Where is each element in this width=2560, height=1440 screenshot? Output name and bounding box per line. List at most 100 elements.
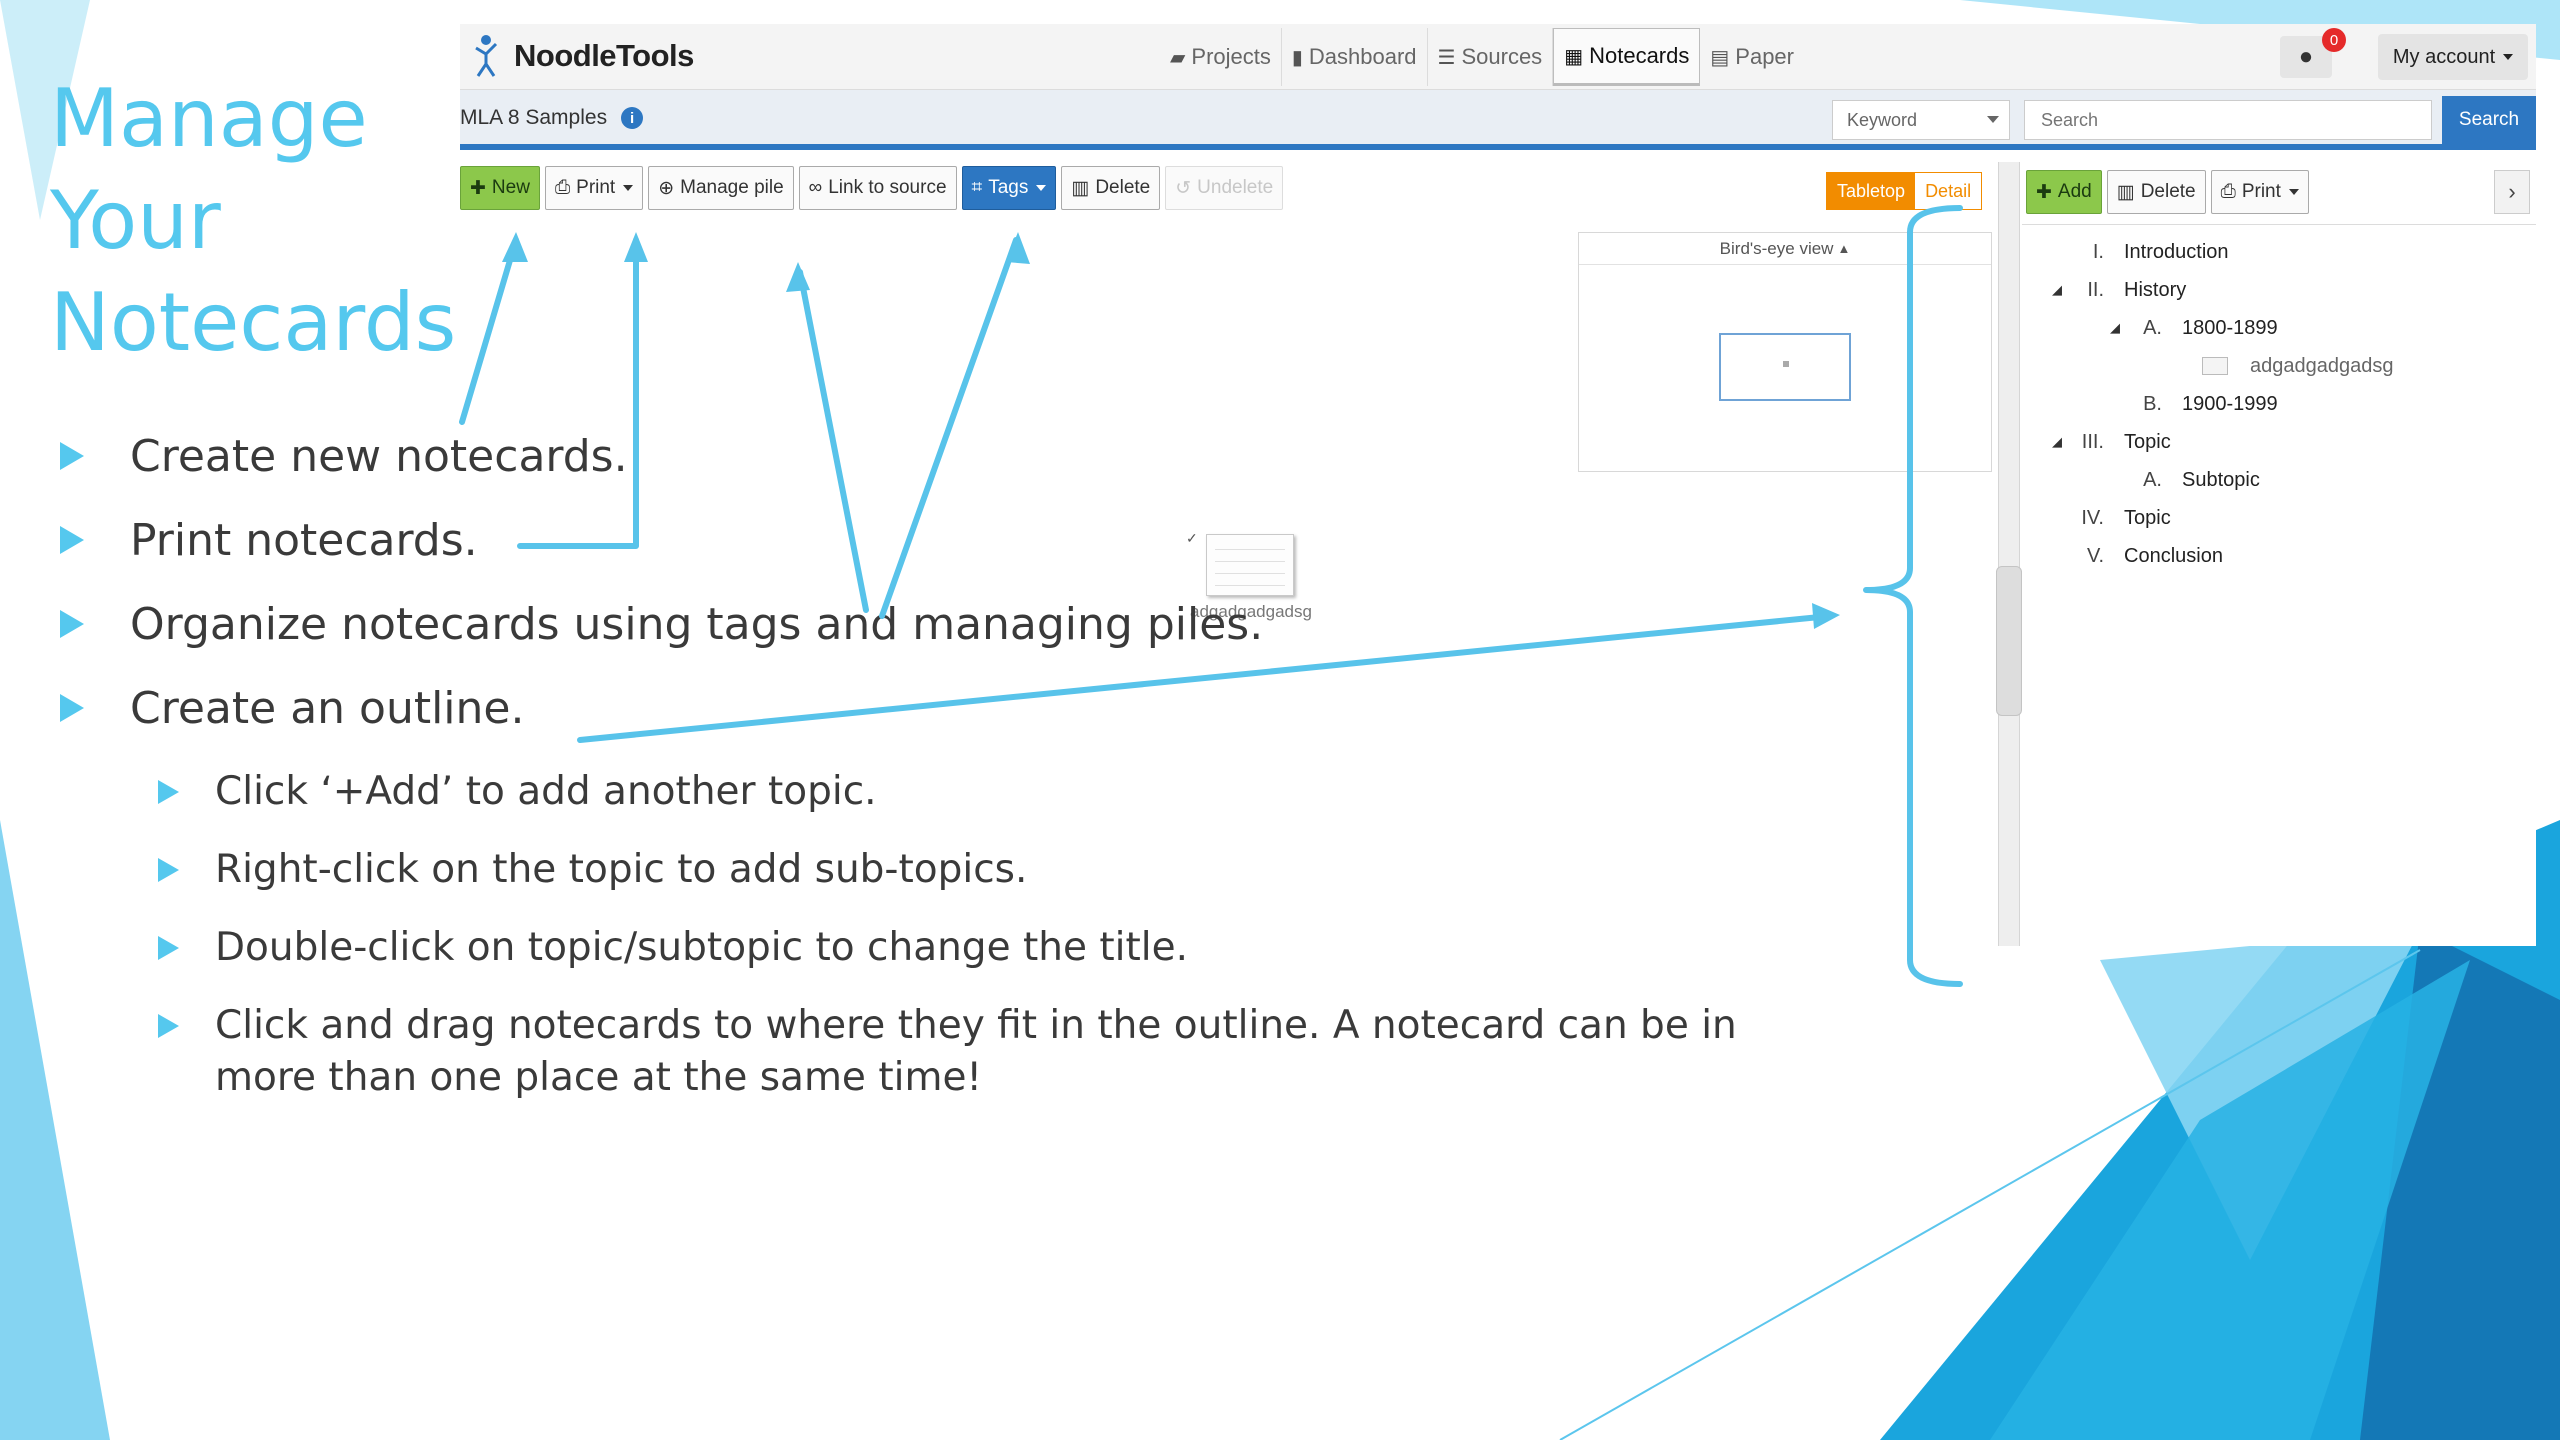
outline-notecard-item[interactable]: adgadgadgadsg [2202,348,2393,384]
outline-label: adgadgadgadsg [2250,354,2394,377]
expand-triangle-icon[interactable]: ◢ [2052,282,2062,298]
chevron-down-icon [1036,185,1047,191]
tags-button[interactable]: ⌗ Tags [961,166,1057,210]
add-topic-button[interactable]: ✚ Add [2026,170,2102,214]
outline-label: Introduction [2124,240,2229,263]
search-input[interactable] [2024,100,2432,140]
sub-bullet-item: Double-click on topic/subtopic to change… [158,922,1815,974]
chevron-down-icon [2288,189,2299,195]
outline-print-button[interactable]: ⎙ Print [2210,170,2309,214]
outline-toolbar: ✚ Add ▥ Delete ⎙ Print [2026,170,2314,214]
bullet-arrow-icon [158,936,179,960]
tab-label: Sources [1461,44,1543,69]
outline-item[interactable]: B. 1900-1999 [2134,386,2278,422]
tab-notecards[interactable]: ▦ Notecards [1553,28,1701,86]
birds-eye-view-toggle[interactable]: Bird's-eye view ▲ [1579,233,1991,265]
outline-item[interactable]: ◢ II. History [2052,272,2186,308]
search-button[interactable]: Search [2442,96,2536,144]
tab-dashboard[interactable]: ▮ Dashboard [1282,28,1428,86]
view-toggle: Tabletop Detail [1826,172,1983,210]
detail-view-button[interactable]: Detail [1915,173,1982,209]
button-label: Add [2057,181,2092,202]
expand-triangle-icon[interactable]: ◢ [2052,434,2062,450]
tabletop-view-button[interactable]: Tabletop [1827,173,1916,209]
chevron-up-icon: ▲ [1837,241,1851,256]
search-field-select[interactable]: Keyword [1832,100,2010,140]
document-icon: ▤ [1710,46,1730,69]
outline-item[interactable]: V. Conclusion [2076,538,2223,574]
trash-icon: ▥ [1071,177,1090,199]
outline-delete-button[interactable]: ▥ Delete [2106,170,2206,214]
outline-number: V. [2086,544,2104,567]
bullet-text: Create new notecards. [130,431,628,482]
tab-label: Notecards [1589,43,1690,68]
card-line [1215,573,1285,574]
button-label: Delete [1095,177,1151,198]
outline-label: 1900-1999 [2182,392,2278,415]
chevron-down-icon [623,185,634,191]
tag-icon: ⌗ [971,177,983,198]
bullet-text: Organize notecards using tags and managi… [130,599,1264,650]
outline-item[interactable]: A. Subtopic [2134,462,2260,498]
outline-item[interactable]: ◢ III. Topic [2052,424,2171,460]
button-label: Print [2241,181,2281,202]
chevron-down-icon [2503,54,2514,60]
outline-number: B. [2143,392,2162,415]
birds-eye-label: Bird's-eye view [1719,238,1834,258]
project-title: MLA 8 Samples i [460,106,644,130]
bullet-arrow-icon [158,858,179,882]
slide-title-line: Notecards [50,276,457,369]
sub-bullet-text: Right-click on the topic to add sub-topi… [215,847,1028,892]
project-name-text: MLA 8 Samples [460,106,608,129]
button-label: Delete [2140,181,2196,202]
manage-pile-button[interactable]: ⊕ Manage pile [648,166,794,210]
undelete-button[interactable]: ↺ Undelete [1165,166,1284,210]
tab-sources[interactable]: ☰ Sources [1428,28,1554,86]
my-account-button[interactable]: My account [2378,34,2528,80]
bullet-text: Create an outline. [130,683,525,734]
bullet-item: Create new notecards. [60,430,628,484]
button-label: Tags [988,177,1029,198]
expand-triangle-icon[interactable]: ◢ [2110,320,2120,336]
outline-label: 1800-1899 [2182,316,2278,339]
bullet-item: Print notecards. [60,514,478,568]
collapse-panel-button[interactable]: › [2494,170,2530,214]
print-button[interactable]: ⎙ Print [544,166,644,210]
birds-eye-viewport[interactable] [1719,333,1851,401]
outline-item[interactable]: I. Introduction [2076,234,2229,270]
tab-paper[interactable]: ▤ Paper [1700,28,1804,86]
outline-item[interactable]: ◢ A. 1800-1899 [2110,310,2278,346]
chevron-right-icon: › [2508,179,2516,204]
sub-bullet-item: Click ‘+Add’ to add another topic. [158,766,1815,818]
panel-splitter[interactable] [1998,162,2020,946]
link-to-source-button[interactable]: ∞ Link to source [798,166,957,210]
notecard[interactable] [1206,534,1294,596]
outline-item[interactable]: IV. Topic [2076,500,2170,536]
outline-number: I. [2092,240,2104,263]
outline-number: A. [2143,468,2162,491]
project-bar: MLA 8 Samples i Keyword Search [460,90,2536,150]
notecard-icon [2202,357,2228,375]
logo[interactable]: NoodleTools [472,34,694,78]
account-label: My account [2392,45,2496,68]
card-line [1215,549,1285,550]
card-line [1215,585,1285,586]
delete-button[interactable]: ▥ Delete [1061,166,1161,210]
bullet-item: Create an outline. [60,682,524,736]
birds-eye-view-panel: Bird's-eye view ▲ [1578,232,1992,472]
bullet-text: Print notecards. [130,515,478,566]
tab-label: Dashboard [1308,44,1417,69]
splitter-handle[interactable] [1996,566,2022,716]
grid-icon: ▦ [1564,45,1584,68]
new-notecard-button[interactable]: ✚ New [460,166,540,210]
tab-projects[interactable]: ▰ Projects [1160,28,1282,86]
divider [2022,224,2536,225]
outline-label: Topic [2124,430,2171,453]
folder-icon: ▰ [1170,46,1186,69]
sub-bullet-text: Click ‘+Add’ to add another topic. [215,769,877,814]
button-label: New [491,177,530,198]
info-icon[interactable]: i [621,107,644,130]
slide-title: Manage Your Notecards [50,68,470,374]
tab-label: Paper [1735,44,1794,69]
sub-bullet-text: Click and drag notecards to where they f… [215,1003,1737,1100]
